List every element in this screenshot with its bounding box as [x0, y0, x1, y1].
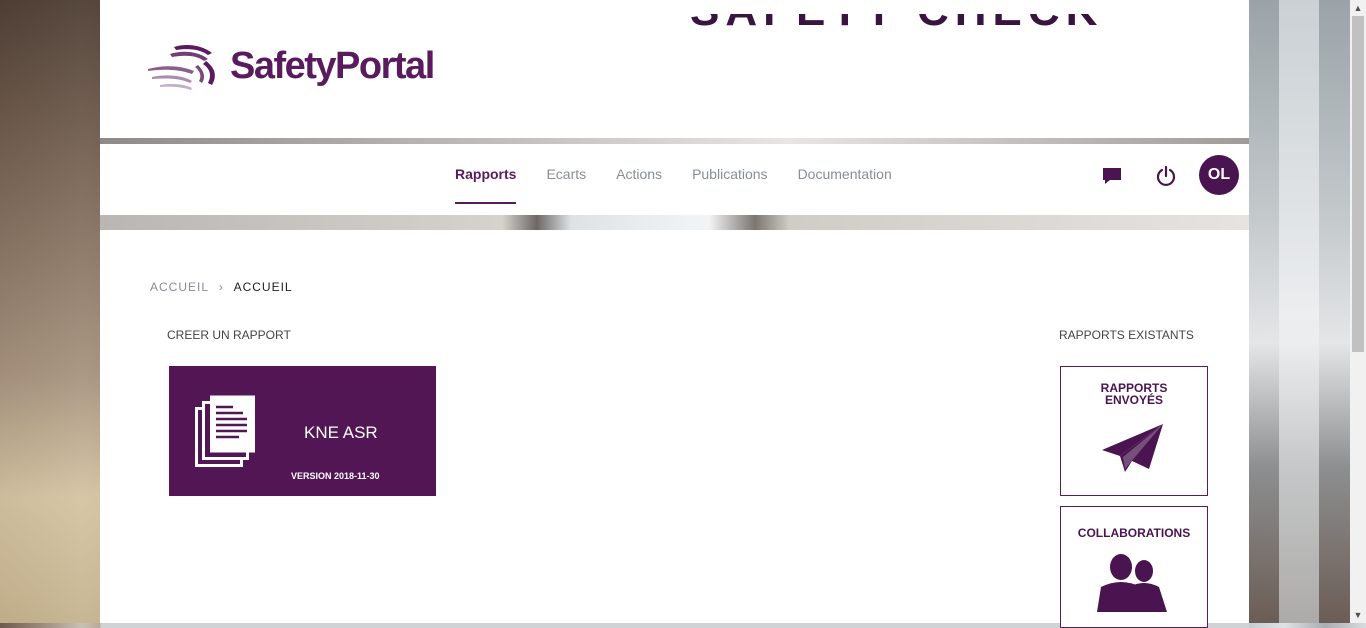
sent-reports-title: RAPPORTS ENVOYÉS: [1061, 382, 1207, 406]
paper-plane-icon: [1102, 424, 1163, 472]
breadcrumb: ACCUEIL › ACCUEIL: [150, 280, 293, 294]
power-icon[interactable]: [1155, 165, 1177, 187]
scrollbar[interactable]: ▲ ▼: [1350, 0, 1366, 623]
collaborations-title: COLLABORATIONS: [1077, 526, 1191, 540]
chat-icon[interactable]: [1102, 166, 1122, 186]
collaborations-card[interactable]: COLLABORATIONS: [1060, 506, 1208, 628]
banner-fragment: SAFETY CHECK: [690, 14, 1195, 28]
background-right: [1249, 0, 1350, 623]
users-icon: [1097, 554, 1167, 612]
breadcrumb-home[interactable]: ACCUEIL: [150, 280, 209, 294]
sent-reports-title-line2: ENVOYÉS: [1104, 393, 1164, 407]
scroll-thumb[interactable]: [1352, 16, 1364, 352]
background-strip: [100, 215, 1249, 230]
nav-documentation[interactable]: Documentation: [798, 144, 892, 215]
logo-icon: [148, 45, 215, 90]
avatar[interactable]: OL: [1199, 155, 1239, 195]
document-stack-icon: [195, 395, 255, 467]
report-template-card[interactable]: KNE ASR VERSION 2018-11-30: [169, 366, 436, 496]
header: SafetyPortal SAFETY CHECK: [100, 0, 1249, 138]
main-content: ACCUEIL › ACCUEIL CREER UN RAPPORT RAPPO…: [100, 230, 1249, 628]
scroll-up-icon[interactable]: ▲: [1350, 0, 1366, 16]
chevron-right-icon: ›: [218, 280, 224, 294]
report-template-version: VERSION 2018-11-30: [291, 471, 380, 481]
navbar: Rapports Ecarts Actions Publications Doc…: [100, 144, 1249, 215]
nav-publications[interactable]: Publications: [692, 144, 768, 215]
nav-rapports[interactable]: Rapports: [455, 144, 517, 215]
logo-text: SafetyPortal: [230, 44, 435, 87]
nav-ecarts[interactable]: Ecarts: [546, 144, 586, 215]
main-nav: Rapports Ecarts Actions Publications Doc…: [455, 144, 922, 215]
report-template-title: KNE ASR: [304, 423, 378, 442]
banner-text: SAFETY CHECK: [690, 14, 1103, 28]
create-report-heading: CREER UN RAPPORT: [167, 328, 291, 342]
scroll-down-icon[interactable]: ▼: [1350, 607, 1366, 623]
nav-actions[interactable]: Actions: [616, 144, 662, 215]
existing-reports-heading: RAPPORTS EXISTANTS: [1059, 328, 1194, 342]
logo[interactable]: SafetyPortal: [146, 40, 435, 92]
background-left: [0, 0, 100, 623]
sent-reports-card[interactable]: RAPPORTS ENVOYÉS: [1060, 366, 1208, 496]
breadcrumb-current: ACCUEIL: [233, 280, 293, 294]
